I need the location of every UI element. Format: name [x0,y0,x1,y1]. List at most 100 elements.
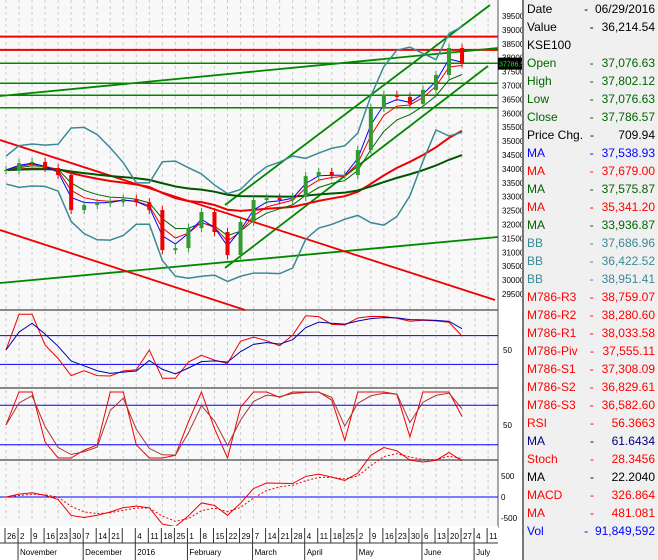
candle [82,205,87,211]
y-tick-label: 30000 [502,276,522,285]
info-label: BB [527,236,544,250]
value-label: Value [527,20,557,34]
candle [95,203,100,206]
candle [394,94,399,97]
x-tick-label: 13 [437,532,446,541]
info-label: MA [527,470,545,484]
info-value: 38,759.07 [601,290,655,304]
info-value: 709.94 [618,128,655,142]
y-tick-label: 35500 [502,123,522,132]
x-tick-label: 30 [411,532,420,541]
info-value: 326.864 [611,488,655,502]
info-value: 37,575.87 [601,182,655,196]
x-tick-label: 18 [163,532,172,541]
price-chart[interactable]: 3950039000385003800037500370003650036000… [0,0,522,560]
info-row: M786-R1-38,033.58 [524,324,658,342]
info-label: Low [527,92,550,106]
candle [381,94,386,109]
candle [147,202,152,211]
y-tick-label: 34500 [502,151,522,160]
month-label: 2016 [137,548,155,557]
symbol-label: KSE100 [527,38,572,52]
x-tick-label: 1 [189,532,194,541]
y-tick-label: 32500 [502,207,522,216]
x-tick-label: 7 [85,532,90,541]
candle [69,175,74,211]
month-label: December [85,548,122,557]
info-value: 28.3456 [611,452,655,466]
x-tick-label: 20 [450,532,459,541]
x-tick-label: 25 [346,532,355,541]
candle [160,210,165,251]
x-tick-label: 29 [242,532,251,541]
info-label: M786-R3 [527,290,577,304]
y-tick-label: 33000 [502,193,522,202]
candle [447,47,452,75]
x-tick-label: 18 [333,532,342,541]
info-value: 38,951.41 [601,272,655,286]
info-label: M786-S2 [527,380,576,394]
candle [407,96,412,104]
info-value: 37,076.63 [601,92,655,106]
info-label: MA [527,200,545,214]
date-label: Date [527,2,553,16]
x-tick-label: 16 [46,532,55,541]
x-tick-label: 23 [398,532,407,541]
x-tick-label: 9 [33,532,38,541]
y-tick-label: 39500 [502,12,522,21]
panel-tick-label: 0 [501,493,506,502]
info-value: 37,538.93 [601,146,655,160]
x-tick-label: 4 [476,532,481,541]
info-label: Price Chg. [527,128,584,142]
info-row: MA -35,341.20 [524,198,658,216]
month-label: April [307,548,323,557]
candle [290,196,295,201]
info-value: 35,341.20 [601,200,655,214]
info-row: M786-S2-36,829.61 [524,378,658,396]
candle [316,171,321,177]
y-tick-label: 31000 [502,248,522,257]
value-value: 36,214.54 [601,20,655,34]
x-tick-label: 15 [215,532,224,541]
info-label: M786-Piv [527,344,578,358]
info-date-row: Date -06/29/2016 [524,0,658,18]
x-tick-label: 11 [150,532,159,541]
y-tick-label: 29500 [502,290,522,299]
x-tick-label: 7 [255,532,260,541]
info-row: Price Chg. -709.94 [524,126,658,144]
info-value: 33,936.87 [601,218,655,232]
info-value: 37,786.57 [601,110,655,124]
y-tick-label: 32000 [502,221,522,230]
info-row: MACD -326.864 [524,486,658,504]
candle [342,175,347,177]
info-label: MA [527,434,545,448]
candle [186,228,191,249]
info-label: MA [527,506,545,520]
info-label: Stoch [527,452,558,466]
info-value: 37,802.12 [601,74,655,88]
info-row: M786-R2-38,280.60 [524,306,658,324]
date-value: 06/29/2016 [594,2,655,16]
info-row: MA -481.081 [524,504,658,522]
info-row: BB -38,951.41 [524,270,658,288]
candle [355,150,360,176]
info-row: M786-Piv -37,555.11 [524,342,658,360]
info-row: Stoch -28.3456 [524,450,658,468]
y-tick-label: 39000 [502,26,522,35]
info-row: Open -37,076.63 [524,54,658,72]
info-value-row: Value -36,214.54 [524,18,658,36]
candle [277,198,282,201]
month-label: May [359,548,374,557]
y-tick-label: 36000 [502,109,522,118]
x-tick-label: 28 [294,532,303,541]
info-value: 38,280.60 [601,308,655,322]
info-value: 36,582.60 [601,398,655,412]
x-tick-label: 4 [307,532,312,541]
info-value: 61.6434 [611,434,655,448]
candle [303,176,308,197]
x-tick-label: 27 [463,532,472,541]
info-value: 37,679.00 [601,164,655,178]
candle [17,163,22,171]
candle [433,74,438,90]
y-tick-label: 37000 [502,82,522,91]
